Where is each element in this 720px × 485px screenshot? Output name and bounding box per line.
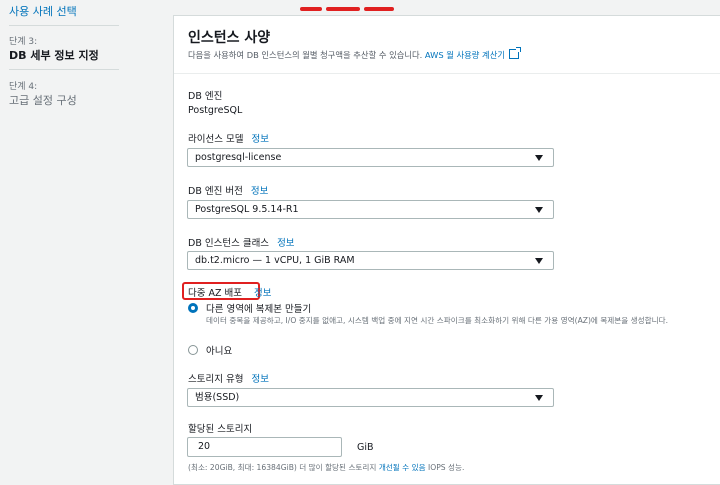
version-info-link[interactable]: 정보 [251,186,268,197]
engine-version-label-text: DB 엔진 버전 [188,186,243,197]
instance-class-label-text: DB 인스턴스 클래스 [188,238,270,249]
storage-hint-suffix: IOPS 성능. [425,463,465,472]
multi-az-label-text: 다중 AZ 배포 [188,288,243,299]
instance-class-select-value: db.t2.micro — 1 vCPU, 1 GiB RAM [195,255,355,266]
sidebar-step-3-number: 단계 3: [9,37,38,47]
sidebar-step-4-title[interactable]: 고급 설정 구성 [9,92,77,108]
engine-version-select[interactable]: PostgreSQL 9.5.14-R1 [187,200,554,219]
instance-class-label: DB 인스턴스 클래스 정보 [188,235,295,249]
sidebar-divider [9,25,119,26]
storage-type-select[interactable]: 범용(SSD) [187,388,554,407]
instance-class-info-link[interactable]: 정보 [277,238,294,249]
allocated-storage-input[interactable]: 20 [187,437,342,457]
license-model-select-value: postgresql-license [195,152,282,163]
sidebar-link-use-case[interactable]: 사용 사례 선택 [9,3,77,19]
radio-create-replica[interactable] [188,303,198,313]
sidebar-step-4-number: 단계 4: [9,82,38,92]
storage-hint: (최소: 20GiB, 최대: 16384GiB) 더 많이 할당된 스토리지 … [188,462,464,473]
engine-version-label: DB 엔진 버전 정보 [188,183,268,197]
caret-down-icon [535,155,543,161]
multi-az-label: 다중 AZ 배포 정보 [188,285,272,299]
caret-down-icon [535,258,543,264]
storage-type-label: 스토리지 유형 정보 [188,371,269,385]
storage-type-select-value: 범용(SSD) [195,392,240,403]
sidebar-step-3-title[interactable]: DB 세부 정보 지정 [9,47,99,63]
radio-create-replica-label[interactable]: 다른 영역에 복제본 만들기 [206,301,311,315]
storage-hint-prefix: (최소: 20GiB, 최대: 16384GiB) 더 많이 할당된 스토리지 [188,463,379,472]
storage-hint-link[interactable]: 개선될 수 있음 [379,463,426,472]
wizard-sidebar: 사용 사례 선택 단계 3: DB 세부 정보 지정 단계 4: 고급 설정 구… [0,0,160,477]
engine-version-select-value: PostgreSQL 9.5.14-R1 [195,204,299,215]
license-info-link[interactable]: 정보 [251,134,268,145]
allocated-storage-label: 할당된 스토리지 [188,424,253,435]
license-model-select[interactable]: postgresql-license [187,148,554,167]
db-engine-value: PostgreSQL [188,105,243,116]
header-divider [174,73,720,74]
radio-no-label[interactable]: 아니요 [206,343,232,357]
storage-unit: GiB [357,442,374,453]
panel-description: 다음을 사용하여 DB 인스턴스의 월별 청구액을 추산할 수 있습니다. AW… [188,47,521,61]
radio-no[interactable] [188,345,198,355]
external-link-icon [508,47,521,59]
radio-create-replica-description: 데이터 중복을 제공하고, I/O 중지를 없애고, 시스템 백업 중에 지연 … [206,316,669,325]
caret-down-icon [535,207,543,213]
instance-spec-panel: 인스턴스 사양 다음을 사용하여 DB 인스턴스의 월별 청구액을 추산할 수 … [173,15,720,485]
storage-type-label-text: 스토리지 유형 [188,374,244,385]
instance-class-select[interactable]: db.t2.micro — 1 vCPU, 1 GiB RAM [187,251,554,270]
sidebar-divider [9,69,119,70]
red-annotation-top [300,0,410,11]
panel-title: 인스턴스 사양 [188,30,271,46]
panel-description-text: 다음을 사용하여 DB 인스턴스의 월별 청구액을 추산할 수 있습니다. [188,50,425,60]
license-model-label: 라이선스 모델 정보 [188,131,269,145]
caret-down-icon [535,395,543,401]
aws-calculator-link[interactable]: AWS 월 사용량 계산기 [425,50,505,60]
db-engine-label: DB 엔진 [188,91,223,102]
storage-type-info-link[interactable]: 정보 [251,374,268,385]
license-model-label-text: 라이선스 모델 [188,134,244,145]
multi-az-info-link[interactable]: 정보 [254,288,271,299]
